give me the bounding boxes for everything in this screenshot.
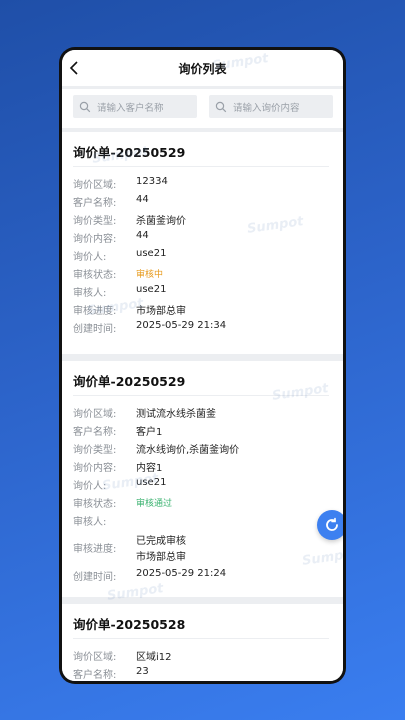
back-arrow-icon[interactable] (68, 60, 82, 76)
type-value: 杀菌釜询价 (136, 216, 186, 227)
status-label: 审核状态: (73, 270, 117, 281)
created-label: 创建时间: (73, 324, 117, 335)
status-label: 审核状态: (73, 499, 117, 510)
content-label: 询价内容: (73, 234, 117, 245)
reviewer-value: use21 (136, 284, 167, 295)
region-value: 区域i12 (136, 652, 172, 663)
search-icon (215, 101, 227, 112)
app-screen: 询价列表 请输入客户名称 请输入询价内容 询价单-20250529 询价区域: … (62, 50, 343, 681)
list-gap (62, 354, 343, 361)
customer-label: 客户名称: (73, 198, 117, 209)
progress-value-line1: 已完成审核 (136, 536, 186, 547)
content-search-placeholder: 请输入询价内容 (233, 102, 300, 114)
customer-value: 44 (136, 194, 149, 205)
customer-label: 客户名称: (73, 670, 117, 681)
refresh-icon (326, 517, 338, 531)
inquiry-card[interactable]: 询价单-20250528 询价区域: 区域i12 客户名称: 23 (62, 604, 343, 681)
progress-value-line2: 市场部总审 (136, 552, 186, 563)
inquirer-label: 询价人: (73, 252, 107, 263)
region-label: 询价区域: (73, 409, 117, 420)
reviewer-label: 审核人: (73, 288, 107, 299)
status-badge: 审核中 (136, 270, 164, 280)
region-value: 测试流水线杀菌釜 (136, 409, 216, 420)
nav-bar: 询价列表 (62, 50, 343, 86)
customer-label: 客户名称: (73, 427, 117, 438)
region-label: 询价区域: (73, 180, 117, 191)
phone-frame: 询价列表 请输入客户名称 请输入询价内容 询价单-20250529 询价区域: … (59, 47, 346, 684)
customer-value: 客户1 (136, 427, 163, 438)
created-label: 创建时间: (73, 572, 117, 583)
status-badge: 审核通过 (136, 499, 173, 509)
card-divider (73, 638, 329, 639)
card-title: 询价单-20250528 (73, 617, 186, 632)
content-label: 询价内容: (73, 463, 117, 474)
progress-label: 审核进度: (73, 544, 117, 555)
created-value: 2025-05-29 21:24 (136, 568, 227, 579)
region-label: 询价区域: (73, 652, 117, 663)
customer-search-placeholder: 请输入客户名称 (97, 102, 164, 114)
refresh-button[interactable] (317, 510, 343, 540)
created-value: 2025-05-29 21:34 (136, 320, 227, 331)
card-title: 询价单-20250529 (73, 374, 186, 389)
type-value: 流水线询价,杀菌釜询价 (136, 445, 240, 456)
search-icon (79, 101, 91, 112)
inquirer-value: use21 (136, 248, 167, 259)
customer-search-input[interactable]: 请输入客户名称 (73, 95, 197, 118)
type-label: 询价类型: (73, 445, 117, 456)
region-value: 12334 (136, 176, 168, 187)
list-gap (62, 597, 343, 604)
reviewer-label: 审核人: (73, 517, 107, 528)
content-search-input[interactable]: 请输入询价内容 (209, 95, 333, 118)
card-divider (73, 166, 329, 167)
type-label: 询价类型: (73, 216, 117, 227)
search-bar: 请输入客户名称 请输入询价内容 (62, 86, 343, 128)
content-value: 44 (136, 230, 149, 241)
customer-value: 23 (136, 666, 149, 677)
